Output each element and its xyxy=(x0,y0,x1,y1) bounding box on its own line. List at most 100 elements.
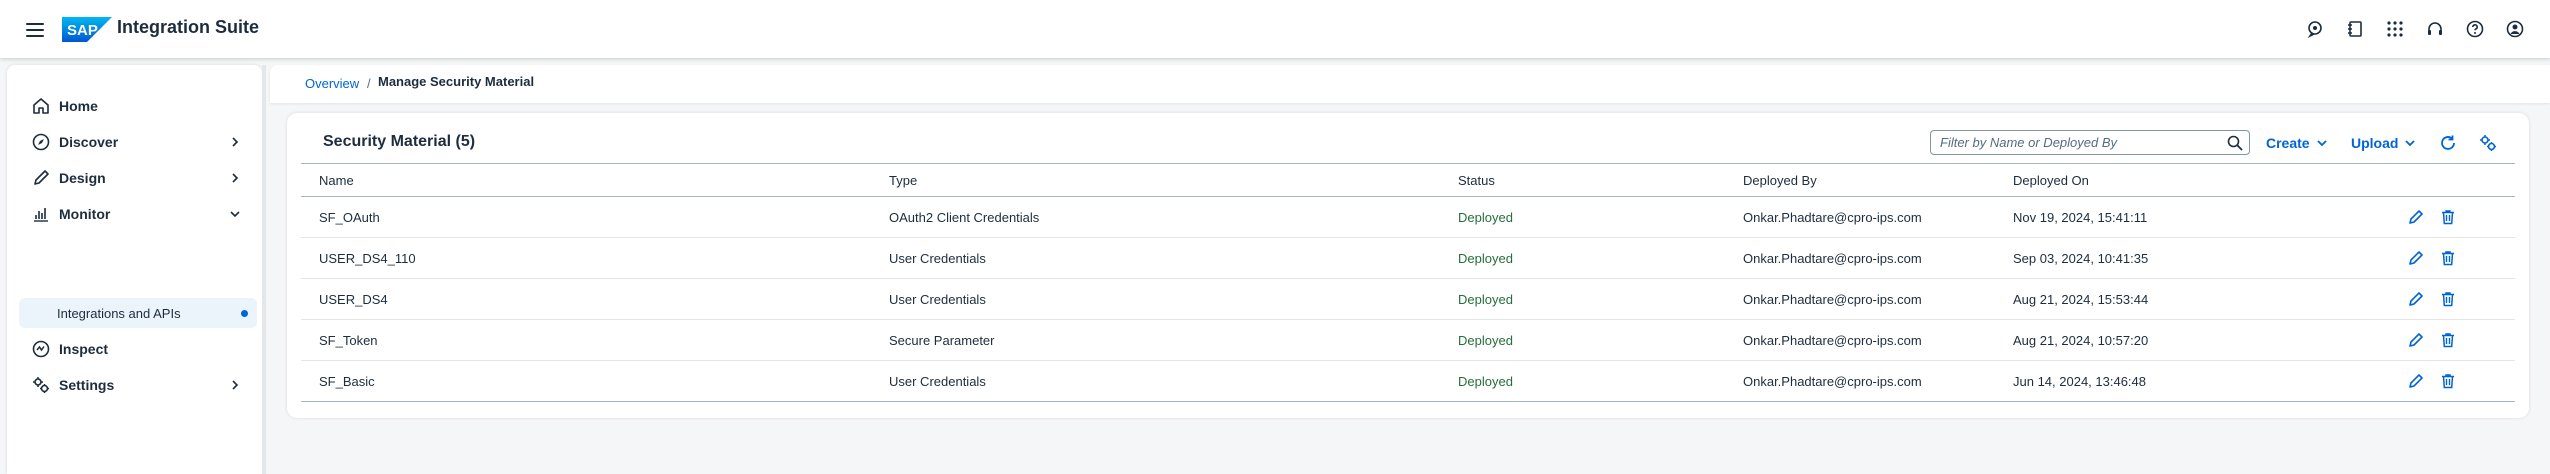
create-button[interactable]: Create xyxy=(2266,133,2328,153)
selected-indicator xyxy=(241,310,248,317)
chevron-right-icon xyxy=(229,136,241,148)
chevron-down-icon xyxy=(2316,137,2328,149)
sidebar-item-monitor[interactable]: Monitor xyxy=(19,199,255,229)
cell-name: SF_Token xyxy=(319,333,378,348)
cell-deployed-by: Onkar.Phadtare@cpro-ips.com xyxy=(1743,210,1922,225)
cell-name: SF_OAuth xyxy=(319,210,380,225)
home-icon xyxy=(31,96,51,116)
delete-icon[interactable] xyxy=(2438,330,2458,350)
cell-name: USER_DS4 xyxy=(319,292,388,307)
cell-type: User Credentials xyxy=(889,292,986,307)
breadcrumb: Overview / Manage Security Material xyxy=(270,65,2550,103)
table-row[interactable]: USER_DS4 User Credentials Deployed Onkar… xyxy=(301,279,2515,320)
cell-deployed-by: Onkar.Phadtare@cpro-ips.com xyxy=(1743,251,1922,266)
cell-status: Deployed xyxy=(1458,374,1513,389)
cell-deployed-by: Onkar.Phadtare@cpro-ips.com xyxy=(1743,292,1922,307)
column-header-deployed-on[interactable]: Deployed On xyxy=(2013,173,2089,188)
cell-deployed-by: Onkar.Phadtare@cpro-ips.com xyxy=(1743,374,1922,389)
support-headset-icon[interactable] xyxy=(2424,18,2446,40)
sidebar-item-label: Design xyxy=(59,170,106,186)
table-row[interactable]: SF_Token Secure Parameter Deployed Onkar… xyxy=(301,320,2515,361)
cell-type: User Credentials xyxy=(889,251,986,266)
sidebar-subitem-label: Integrations and APIs xyxy=(57,305,181,321)
sidebar-resize-handle[interactable] xyxy=(262,65,266,474)
upload-button-label: Upload xyxy=(2351,135,2399,151)
sidebar-item-label: Home xyxy=(59,98,98,114)
sidebar-item-discover[interactable]: Discover xyxy=(19,127,255,157)
chevron-down-icon xyxy=(2404,137,2416,149)
cell-name: USER_DS4_110 xyxy=(319,251,416,266)
cell-deployed-on: Nov 19, 2024, 15:41:11 xyxy=(2013,210,2148,225)
cell-deployed-on: Aug 21, 2024, 10:57:20 xyxy=(2013,333,2149,348)
headset-chat-icon[interactable] xyxy=(2304,18,2326,40)
cell-status: Deployed xyxy=(1458,333,1513,348)
sidebar-item-label: Monitor xyxy=(59,206,111,222)
menu-icon[interactable] xyxy=(24,19,46,41)
edit-icon[interactable] xyxy=(2406,289,2426,309)
breadcrumb-current: Manage Security Material xyxy=(378,74,535,89)
inspect-icon xyxy=(31,339,51,359)
sidebar-item-design[interactable]: Design xyxy=(19,163,255,193)
upload-button[interactable]: Upload xyxy=(2351,133,2416,153)
pencil-icon xyxy=(31,168,51,188)
logo-text: SAP xyxy=(67,22,98,39)
user-profile-icon[interactable] xyxy=(2504,18,2526,40)
column-header-deployed-by[interactable]: Deployed By xyxy=(1743,173,1817,188)
table-header: Name Type Status Deployed By Deployed On xyxy=(301,163,2515,197)
product-title: Integration Suite xyxy=(117,17,260,37)
column-header-type[interactable]: Type xyxy=(889,173,917,188)
side-navigation: Home Discover Design Monitor Integration… xyxy=(7,65,262,474)
cell-type: OAuth2 Client Credentials xyxy=(889,210,1040,225)
sidebar-subitem-integrations-and-apis[interactable]: Integrations and APIs xyxy=(19,298,257,328)
cell-status: Deployed xyxy=(1458,251,1513,266)
table-settings-icon[interactable] xyxy=(2477,132,2499,154)
delete-icon[interactable] xyxy=(2438,289,2458,309)
column-header-name[interactable]: Name xyxy=(319,173,354,188)
edit-icon[interactable] xyxy=(2406,248,2426,268)
table-row[interactable]: SF_OAuth OAuth2 Client Credentials Deplo… xyxy=(301,197,2515,238)
sidebar-item-label: Discover xyxy=(59,134,119,150)
shell-bar: SAP Integration Suite xyxy=(0,0,2550,58)
sidebar-item-inspect[interactable]: Inspect xyxy=(19,334,255,364)
sidebar-item-settings[interactable]: Settings xyxy=(19,370,255,400)
column-header-status[interactable]: Status xyxy=(1458,173,1495,188)
help-icon[interactable] xyxy=(2464,18,2486,40)
chevron-down-icon xyxy=(229,208,241,220)
chevron-right-icon xyxy=(229,172,241,184)
sap-logo[interactable]: SAP xyxy=(62,17,112,42)
cell-deployed-by: Onkar.Phadtare@cpro-ips.com xyxy=(1743,333,1922,348)
delete-icon[interactable] xyxy=(2438,207,2458,227)
apps-grid-icon[interactable] xyxy=(2384,18,2406,40)
cell-status: Deployed xyxy=(1458,292,1513,307)
bar-chart-icon xyxy=(31,204,51,224)
cell-deployed-on: Aug 21, 2024, 15:53:44 xyxy=(2013,292,2149,307)
delete-icon[interactable] xyxy=(2438,248,2458,268)
refresh-icon[interactable] xyxy=(2437,132,2459,154)
edit-icon[interactable] xyxy=(2406,371,2426,391)
cell-type: Secure Parameter xyxy=(889,333,995,348)
search-field[interactable] xyxy=(1930,130,2250,155)
breadcrumb-link-overview[interactable]: Overview xyxy=(305,76,359,91)
search-icon[interactable] xyxy=(2227,135,2243,151)
settings-icon xyxy=(31,375,51,395)
breadcrumb-separator: / xyxy=(367,76,371,91)
notebook-icon[interactable] xyxy=(2344,18,2366,40)
sidebar-item-label: Settings xyxy=(59,377,115,393)
cell-type: User Credentials xyxy=(889,374,986,389)
compass-icon xyxy=(31,132,51,152)
delete-icon[interactable] xyxy=(2438,371,2458,391)
cell-deployed-on: Jun 14, 2024, 13:46:48 xyxy=(2013,374,2147,389)
cell-status: Deployed xyxy=(1458,210,1513,225)
panel-title: Security Material (5) xyxy=(323,133,476,150)
table-row[interactable]: SF_Basic User Credentials Deployed Onkar… xyxy=(301,361,2515,402)
table-row[interactable]: USER_DS4_110 User Credentials Deployed O… xyxy=(301,238,2515,279)
search-input[interactable] xyxy=(1931,131,2211,154)
edit-icon[interactable] xyxy=(2406,207,2426,227)
shell-actions xyxy=(2304,18,2526,40)
create-button-label: Create xyxy=(2266,135,2310,151)
edit-icon[interactable] xyxy=(2406,330,2426,350)
security-material-panel: Security Material (5) Create Upload Name… xyxy=(287,113,2529,418)
cell-name: SF_Basic xyxy=(319,374,375,389)
sidebar-item-home[interactable]: Home xyxy=(19,91,255,121)
sidebar-item-label: Inspect xyxy=(59,341,109,357)
